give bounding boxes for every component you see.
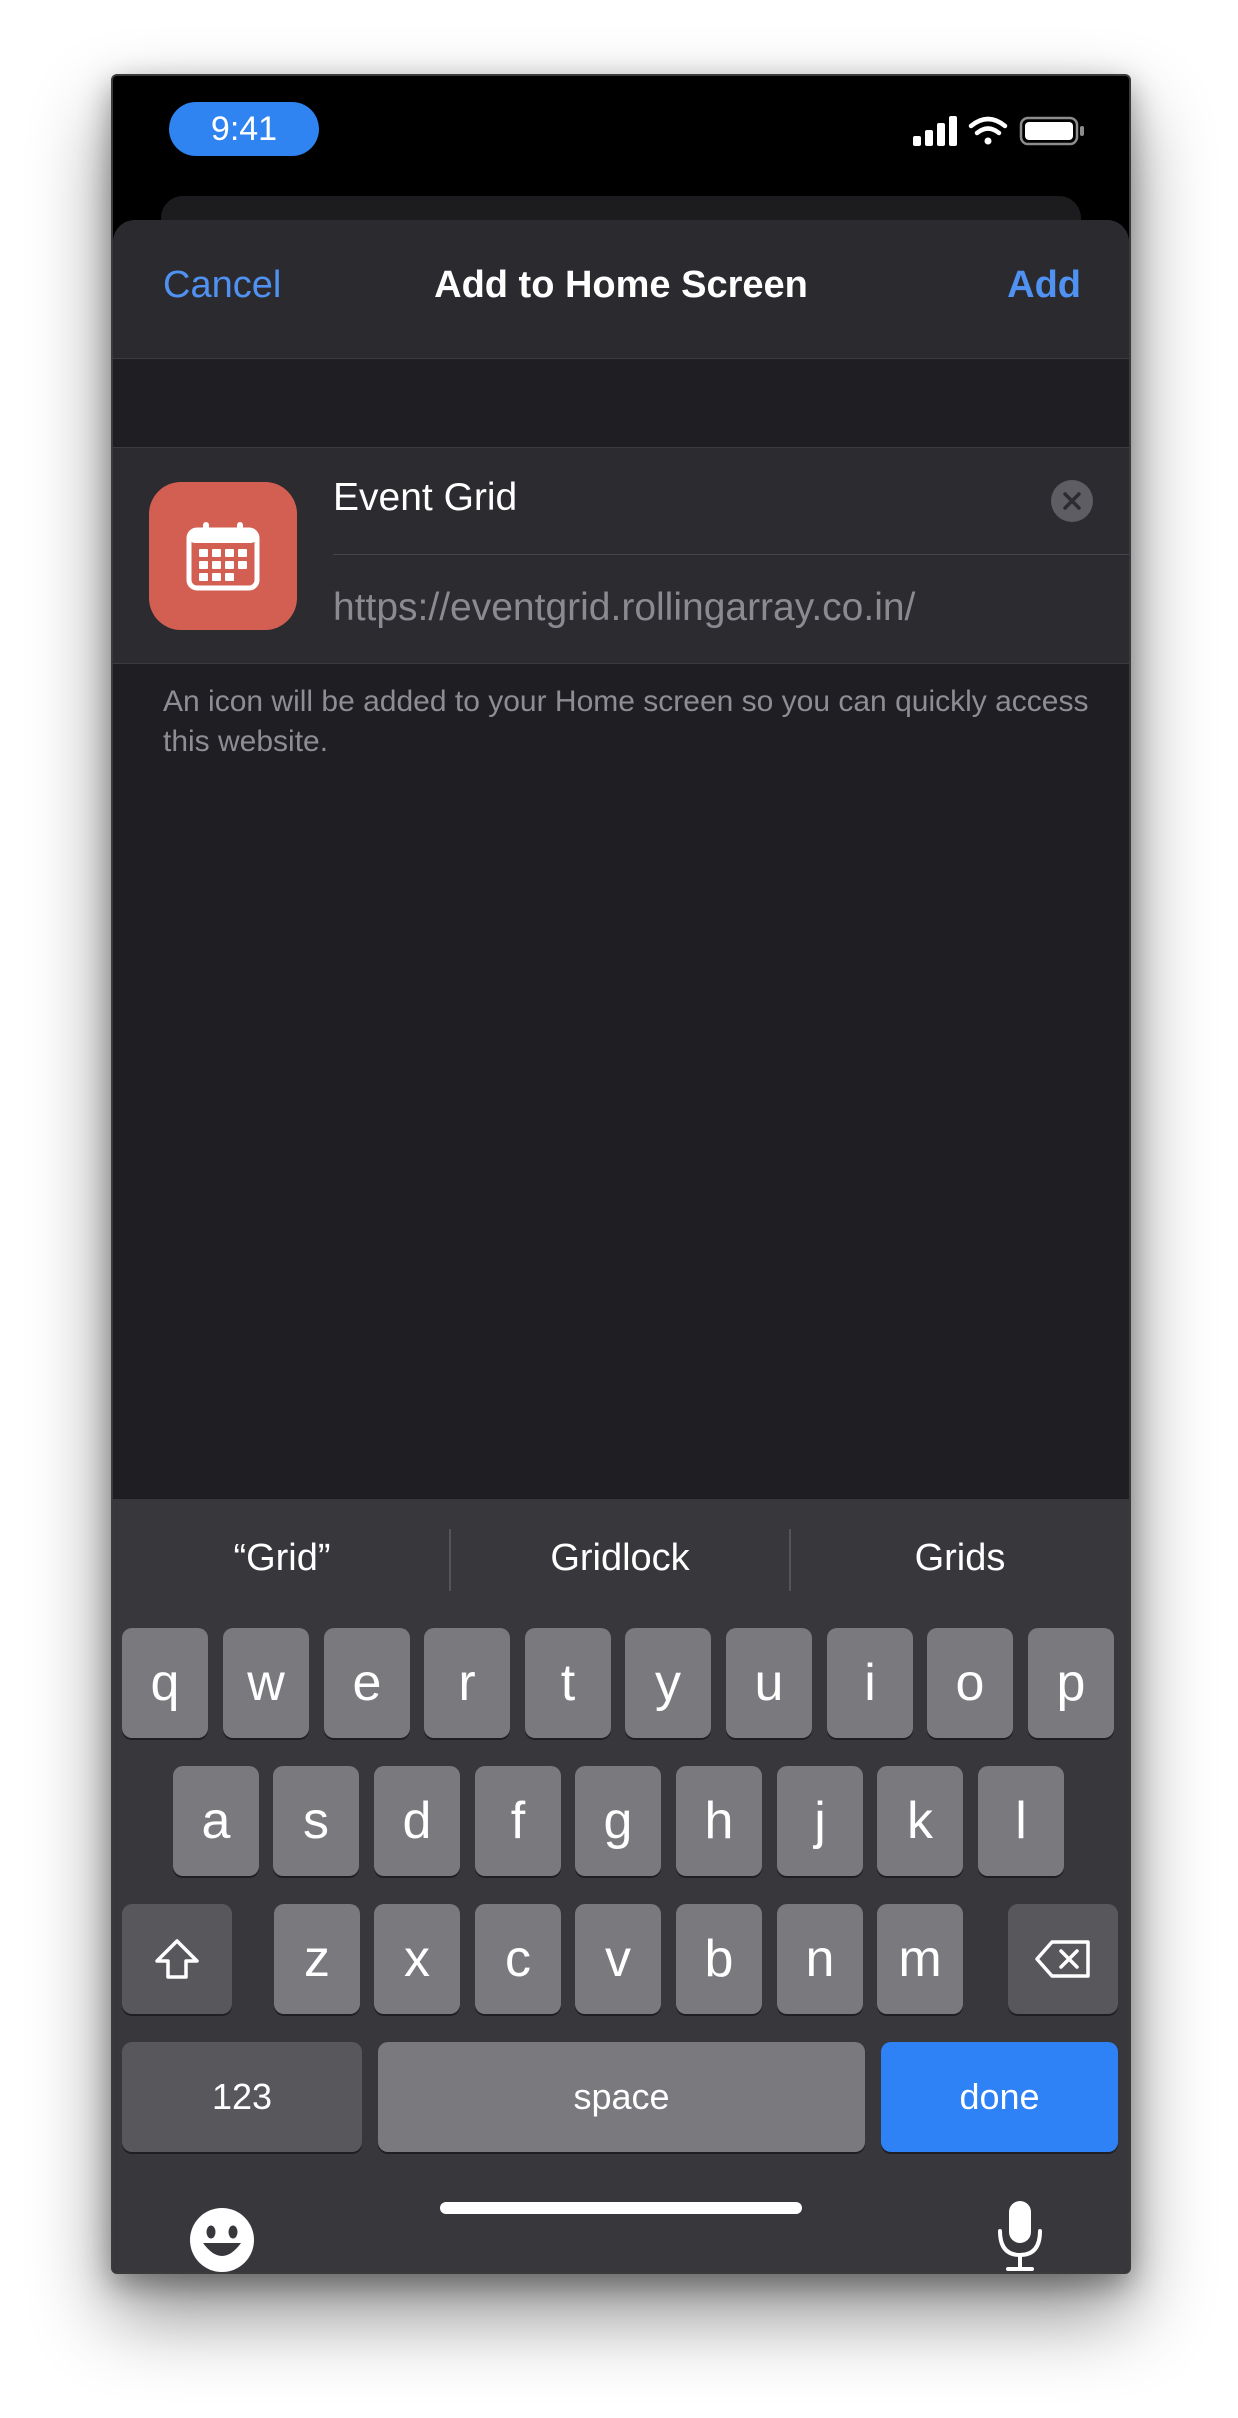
calendar-icon [186, 522, 260, 591]
key-d[interactable]: d [374, 1766, 460, 1876]
backspace-icon [1035, 1940, 1090, 1978]
suggestion-item[interactable]: Gridlock [451, 1537, 789, 1580]
key-r[interactable]: r [424, 1628, 510, 1738]
key-i[interactable]: i [827, 1628, 913, 1738]
key-f[interactable]: f [475, 1766, 561, 1876]
wifi-icon [968, 116, 1008, 145]
key-c[interactable]: c [475, 1904, 561, 2014]
url-text: https://eventgrid.rollingarray.co.in/ [333, 586, 916, 629]
suggestion-item[interactable]: “Grid” [113, 1537, 451, 1580]
footnote: An icon will be added to your Home scree… [163, 685, 1089, 758]
app-name-field[interactable]: Event Grid [333, 448, 1129, 555]
cellular-signal-icon [913, 116, 957, 146]
home-indicator[interactable] [440, 2202, 802, 2214]
key-n[interactable]: n [777, 1904, 863, 2014]
numbers-key[interactable]: 123 [122, 2042, 362, 2152]
bookmark-form: Event Grid https://eventgrid.rollingarra… [113, 447, 1129, 664]
key-k[interactable]: k [877, 1766, 963, 1876]
battery-icon [1019, 116, 1084, 146]
key-e[interactable]: e [324, 1628, 410, 1738]
key-p[interactable]: p [1028, 1628, 1114, 1738]
phone-screen: 9:41 Cancel Add to Home Screen Add Event… [111, 74, 1131, 2274]
app-icon [149, 482, 297, 630]
suggestion-bar: “Grid” Gridlock Grids [113, 1499, 1129, 1625]
clear-text-button[interactable] [1051, 480, 1093, 522]
key-v[interactable]: v [575, 1904, 661, 2014]
sheet-title: Add to Home Screen [434, 264, 808, 306]
key-w[interactable]: w [223, 1628, 309, 1738]
suggestion-item[interactable]: Grids [791, 1537, 1129, 1580]
shift-key[interactable] [122, 1904, 232, 2014]
key-x[interactable]: x [374, 1904, 460, 2014]
app-name-value[interactable]: Event Grid [333, 476, 517, 520]
keyboard: “Grid” Gridlock Grids q w e r t y u i o … [113, 1499, 1129, 2272]
key-a[interactable]: a [173, 1766, 259, 1876]
shift-icon [155, 1939, 199, 1979]
space-key[interactable]: space [378, 2042, 865, 2152]
done-key[interactable]: done [881, 2042, 1118, 2152]
sheet-nav-bar: Cancel Add to Home Screen Add [113, 220, 1129, 359]
status-time: 9:41 [169, 102, 319, 156]
key-u[interactable]: u [726, 1628, 812, 1738]
key-t[interactable]: t [525, 1628, 611, 1738]
add-to-home-sheet: Cancel Add to Home Screen Add Event Grid… [113, 220, 1129, 2272]
key-h[interactable]: h [676, 1766, 762, 1876]
close-icon [1063, 492, 1081, 510]
microphone-icon [998, 2201, 1042, 2271]
emoji-button[interactable] [189, 2207, 255, 2272]
key-b[interactable]: b [676, 1904, 762, 2014]
status-icons [913, 114, 1089, 148]
delete-key[interactable] [1008, 1904, 1118, 2014]
key-g[interactable]: g [575, 1766, 661, 1876]
key-s[interactable]: s [273, 1766, 359, 1876]
key-o[interactable]: o [927, 1628, 1013, 1738]
key-m[interactable]: m [877, 1904, 963, 2014]
key-y[interactable]: y [625, 1628, 711, 1738]
key-z[interactable]: z [274, 1904, 360, 2014]
add-button[interactable]: Add [1007, 264, 1081, 307]
emoji-icon [190, 2208, 254, 2272]
dictation-button[interactable] [995, 2199, 1045, 2272]
key-l[interactable]: l [978, 1766, 1064, 1876]
key-j[interactable]: j [777, 1766, 863, 1876]
key-q[interactable]: q [122, 1628, 208, 1738]
status-bar: 9:41 [113, 76, 1129, 196]
